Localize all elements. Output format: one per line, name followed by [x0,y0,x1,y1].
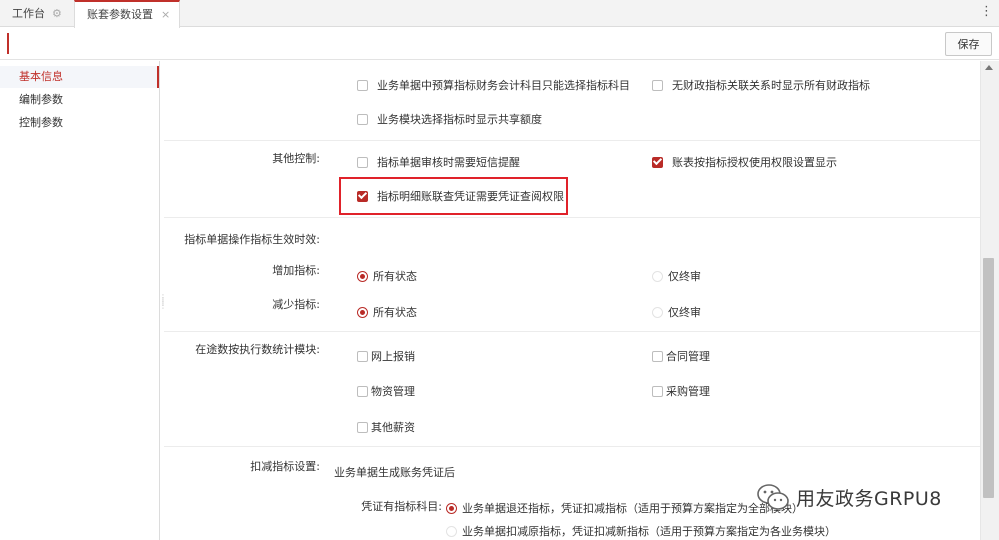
module-online-reimburse[interactable]: 网上报销 [357,348,415,364]
increase-final-only[interactable]: 仅终审 [652,268,701,284]
option-label: 账表按指标授权使用权限设置显示 [672,156,837,169]
tab-bar: 工作台 ⚙ 账套参数设置 × ⋮ [0,0,999,28]
option-label: 所有状态 [373,306,417,319]
increase-label: 增加指标: [272,264,320,277]
option-label: 指标单据审核时需要短信提醒 [377,156,520,169]
gear-icon[interactable]: ⚙ [52,0,62,27]
option-label: 物资管理 [371,385,415,398]
watermark-text: 用友政务GRPU8 [796,487,942,510]
option-label: 仅终审 [668,306,701,319]
checkbox-procurement[interactable] [652,385,663,397]
option-label: 业务单据扣减原指标，凭证扣减新指标（适用于预算方案指定为各业务模块） [462,525,836,538]
close-icon[interactable]: × [161,2,170,27]
radio-decrease-final-only[interactable] [652,306,663,318]
radio-decrease-all-status[interactable] [357,306,368,318]
decrease-label: 减少指标: [272,298,320,311]
option-sms-reminder[interactable]: 指标单据审核时需要短信提醒 [357,154,520,170]
effective-time-label: 指标单据操作指标生效时效: [184,233,320,246]
decrease-final-only[interactable]: 仅终审 [652,304,701,320]
option-label: 合同管理 [666,350,710,363]
checkbox-show-shared-quota[interactable] [357,113,368,125]
option-label: 无财政指标关联关系时显示所有财政指标 [672,79,870,92]
option-report-permission[interactable]: 账表按指标授权使用权限设置显示 [652,154,837,170]
nav-item-basic-info[interactable]: 基本信息 [0,66,159,88]
scrollbar-thumb[interactable] [983,258,994,498]
checkbox-show-all-fiscal[interactable] [652,79,663,91]
checkbox-report-permission[interactable] [652,156,663,168]
other-control-label: 其他控制: [272,152,320,165]
divider [164,140,980,141]
tab-account-params[interactable]: 账套参数设置 × [74,0,180,28]
option-label: 采购管理 [666,385,710,398]
deduct-note: 业务单据生成账务凭证后 [334,466,455,479]
option-label: 仅终审 [668,270,701,283]
deduct-label: 扣减指标设置: [250,460,320,473]
watermark: 用友政务GRPU8 [756,482,942,512]
divider [164,446,980,447]
save-button[interactable]: 保存 [945,32,992,56]
divider [164,217,980,218]
deduct-new-indicator[interactable]: 业务单据扣减原指标，凭证扣减新指标（适用于预算方案指定为各业务模块） [446,523,836,539]
module-material[interactable]: 物资管理 [357,383,415,399]
highlight-box [339,177,568,215]
nav-item-compile-params[interactable]: 编制参数 [0,89,159,111]
divider [164,331,980,332]
checkbox-budget-subject-only[interactable] [357,79,368,91]
option-budget-subject-only[interactable]: 业务单据中预算指标财务会计科目只能选择指标科目 [357,77,630,93]
increase-all-status[interactable]: 所有状态 [357,268,417,284]
deduct-return-original[interactable]: 业务单据退还指标，凭证扣减指标（适用于预算方案指定为全部模块） [446,500,803,516]
option-show-shared-quota[interactable]: 业务模块选择指标时显示共享额度 [357,111,542,127]
toolbar: 保存 [0,28,999,60]
checkbox-sms-reminder[interactable] [357,156,368,168]
voucher-subject-label: 凭证有指标科目: [361,500,442,513]
tab-workbench-label: 工作台 [12,7,45,20]
tab-workbench[interactable]: 工作台 ⚙ [0,0,73,27]
radio-deduct-new-indicator[interactable] [446,525,457,537]
settings-content: 业务单据中预算指标财务会计科目只能选择指标科目 无财政指标关联关系时显示所有财政… [162,61,980,540]
checkbox-material[interactable] [357,385,368,397]
module-contract[interactable]: 合同管理 [652,348,710,364]
option-label: 其他薪资 [371,421,415,434]
option-label: 所有状态 [373,270,417,283]
modules-label: 在途数按执行数统计模块: [195,343,320,356]
more-icon[interactable]: ⋮ [980,2,993,22]
option-show-all-fiscal[interactable]: 无财政指标关联关系时显示所有财政指标 [652,77,870,93]
option-label: 业务单据中预算指标财务会计科目只能选择指标科目 [377,79,630,92]
toolbar-marker [7,33,9,54]
module-procurement[interactable]: 采购管理 [652,383,710,399]
left-nav: 基本信息 编制参数 控制参数 [0,61,160,540]
tab-account-params-label: 账套参数设置 [87,8,153,21]
checkbox-contract[interactable] [652,350,663,362]
wechat-logo-icon [757,484,789,510]
decrease-all-status[interactable]: 所有状态 [357,304,417,320]
radio-increase-all-status[interactable] [357,270,368,282]
module-other-salary[interactable]: 其他薪资 [357,419,415,435]
checkbox-online-reimburse[interactable] [357,350,368,362]
nav-item-control-params[interactable]: 控制参数 [0,112,159,134]
radio-increase-final-only[interactable] [652,270,663,282]
option-label: 业务模块选择指标时显示共享额度 [377,113,542,126]
option-label: 业务单据退还指标，凭证扣减指标（适用于预算方案指定为全部模块） [462,502,803,515]
checkbox-other-salary[interactable] [357,421,368,433]
scroll-up-icon[interactable] [985,65,993,70]
option-label: 网上报销 [371,350,415,363]
radio-deduct-return-original[interactable] [446,502,457,514]
